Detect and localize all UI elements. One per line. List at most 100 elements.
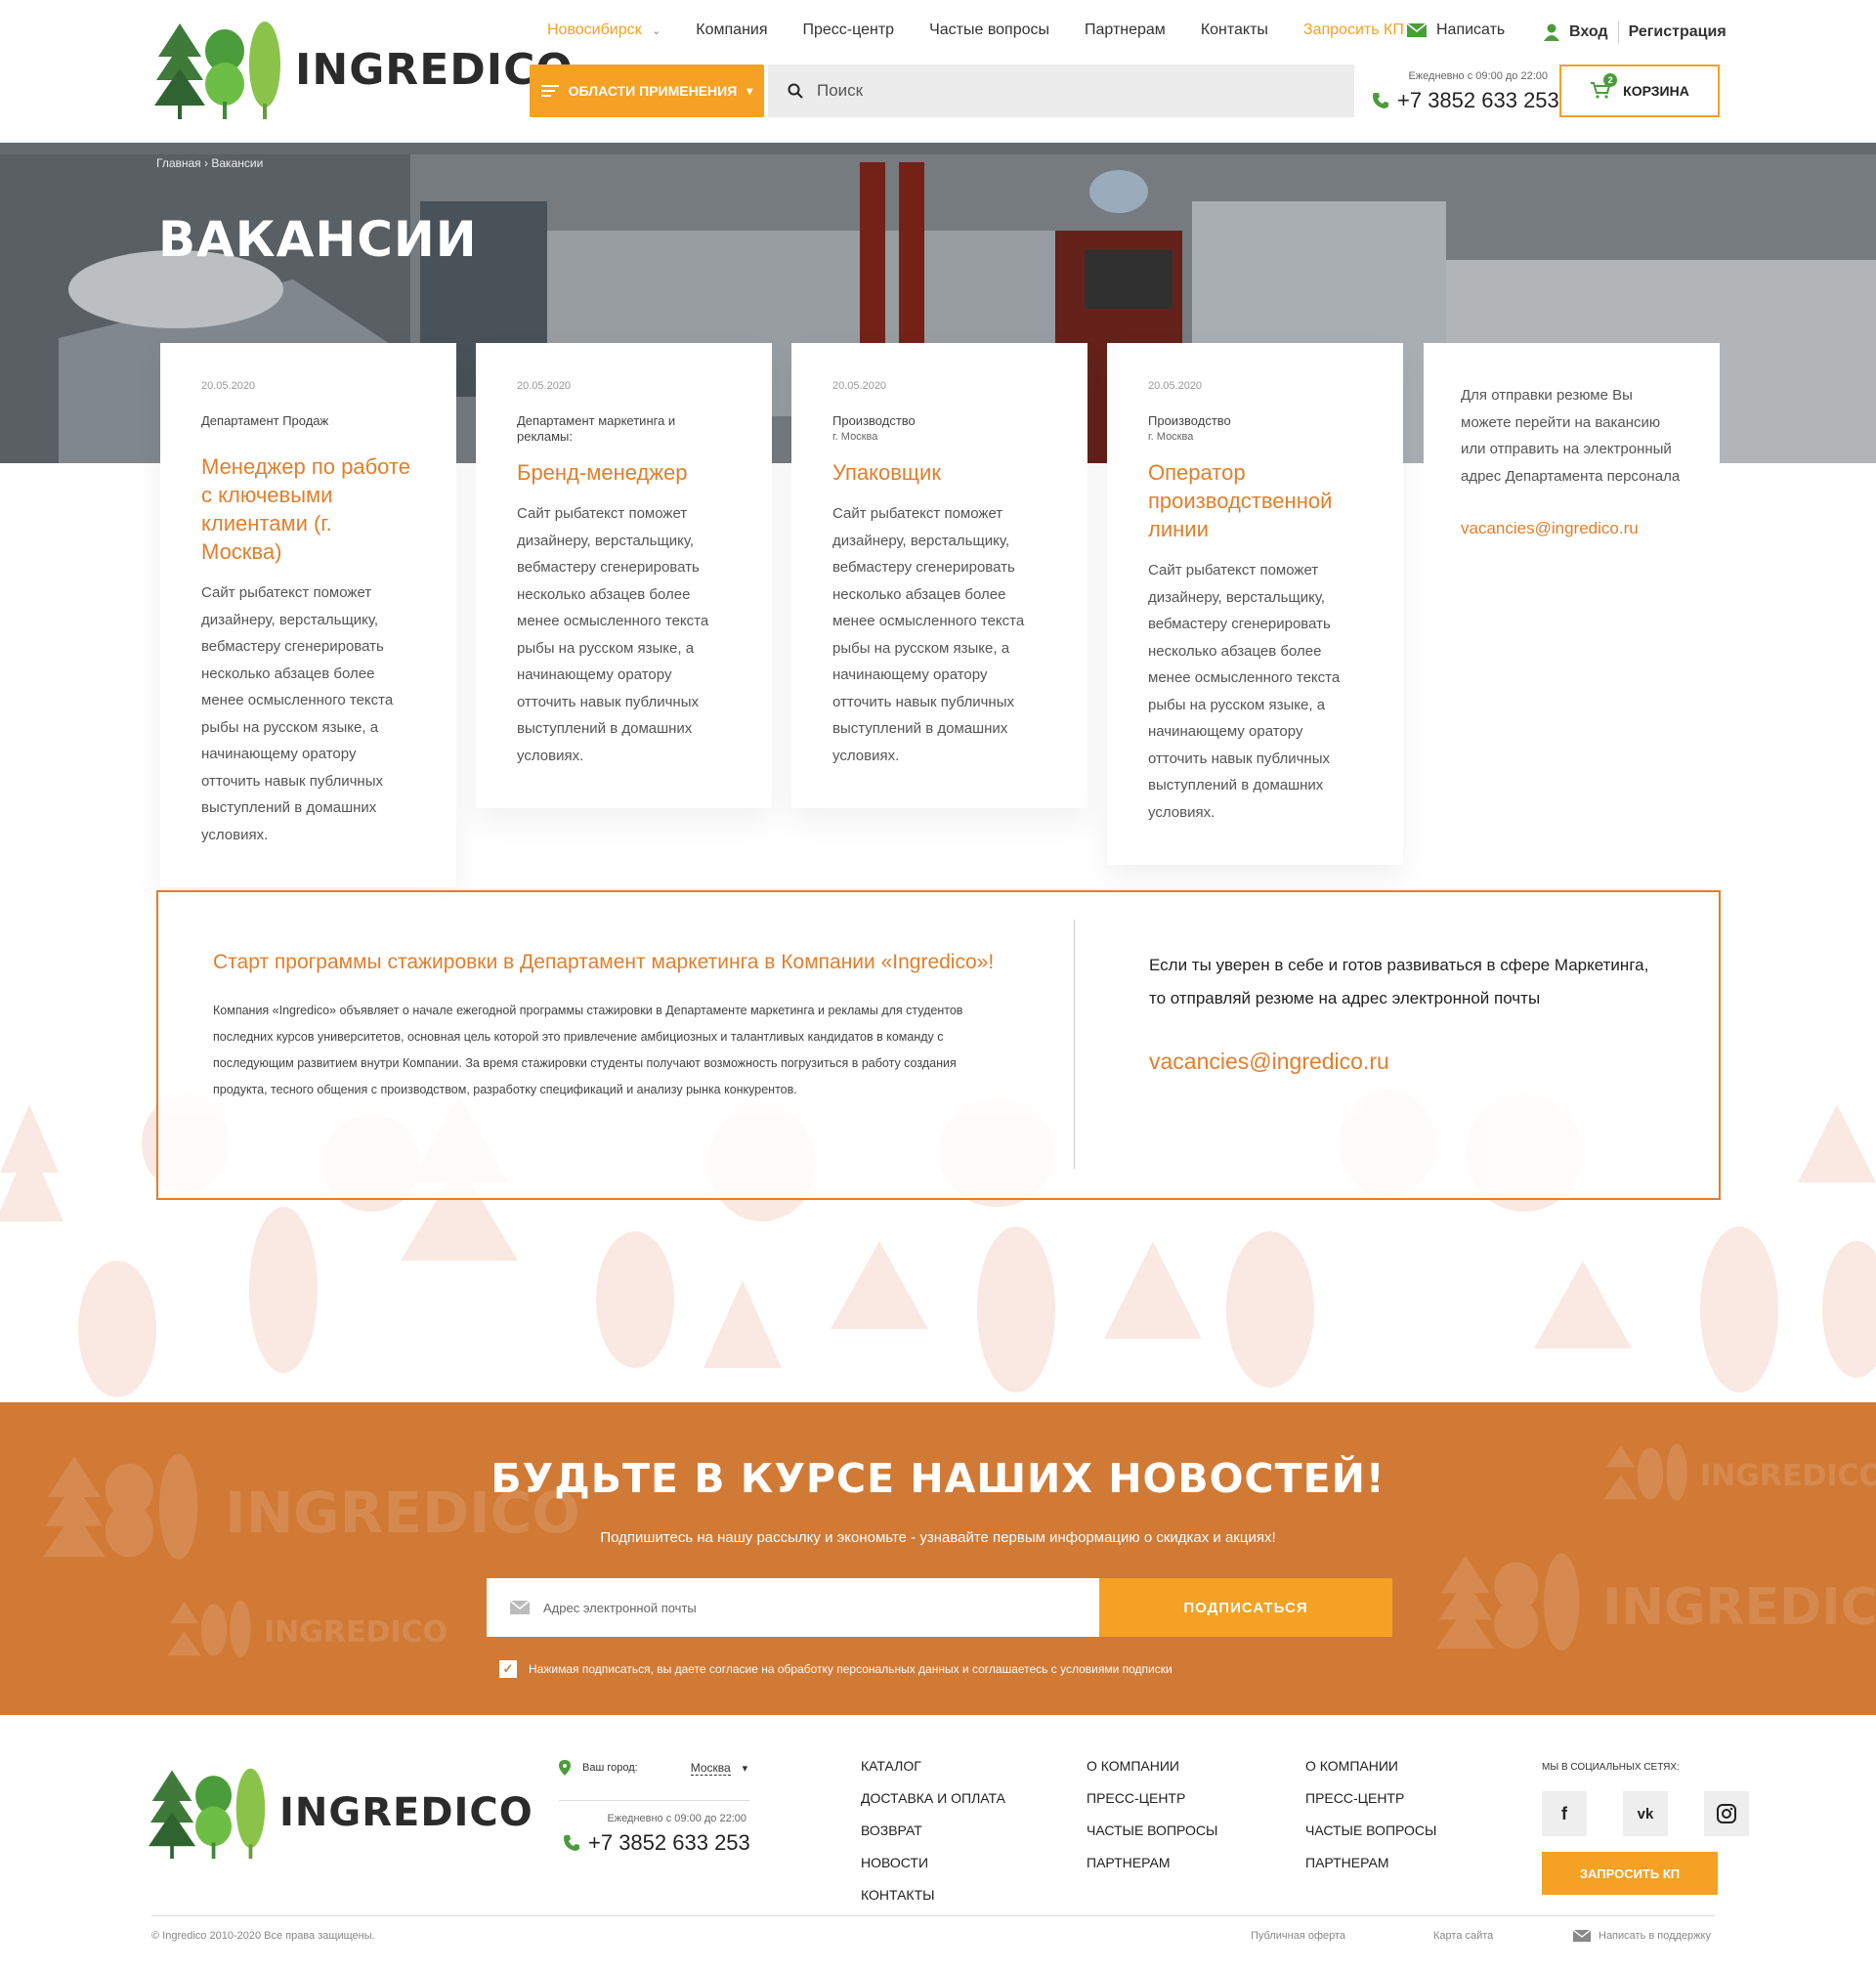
phone-icon — [564, 1835, 579, 1851]
watermark-text: INGREDICO — [1602, 1578, 1876, 1637]
vacancy-date: 20.05.2020 — [201, 380, 256, 392]
footer-menu-company-2: О КОМПАНИИ ПРЕСС-ЦЕНТР ЧАСТЫЕ ВОПРОСЫ ПА… — [1305, 1750, 1436, 1879]
register-link[interactable]: Регистрация — [1629, 23, 1727, 41]
nav-press-center[interactable]: Пресс-центр — [803, 21, 895, 39]
top-nav: Новосибирск ⌄ Компания Пресс-центр Часты… — [547, 21, 1439, 39]
vacancy-city: г. Москва — [832, 431, 878, 443]
vacancy-card[interactable]: 20.05.2020 Производство г. Москва Упаков… — [791, 343, 1087, 808]
write-link[interactable]: Написать — [1407, 21, 1505, 39]
cart-button[interactable]: 2 КОРЗИНА — [1559, 64, 1720, 117]
footer-logo-text: INGREDICO — [279, 1790, 533, 1835]
cart-icon: 2 — [1590, 73, 1618, 101]
mail-icon — [510, 1601, 530, 1614]
phone-link[interactable]: +7 3852 633 253 — [1372, 88, 1559, 113]
search-icon — [788, 83, 803, 99]
footer-link[interactable]: О КОМПАНИИ — [1087, 1750, 1217, 1782]
footer-divider — [151, 1915, 1715, 1916]
footer-menu-company: О КОМПАНИИ ПРЕСС-ЦЕНТР ЧАСТЫЕ ВОПРОСЫ ПА… — [1087, 1750, 1217, 1879]
nav-faq[interactable]: Частые вопросы — [929, 21, 1049, 39]
facebook-icon[interactable]: f — [1542, 1791, 1587, 1836]
city-selector[interactable]: Новосибирск ⌄ — [547, 21, 661, 39]
copyright: © Ingredico 2010-2020 Все права защищены… — [151, 1930, 375, 1942]
vacancy-title[interactable]: Менеджер по работе с ключевыми клиентами… — [201, 452, 415, 566]
footer-link[interactable]: ДОСТАВКА И ОПЛАТА — [861, 1782, 1005, 1815]
internship-block: Старт программы стажировки в Департамент… — [156, 890, 1721, 1200]
breadcrumb-current: Вакансии — [211, 156, 264, 170]
vacancy-description: Сайт рыбатекст поможет дизайнеру, верста… — [201, 584, 394, 843]
footer-menu-catalog: КАТАЛОГ ДОСТАВКА И ОПЛАТА ВОЗВРАТ НОВОСТ… — [861, 1750, 1005, 1911]
vacancy-title[interactable]: Оператор производственной линии — [1148, 458, 1362, 543]
nav-company[interactable]: Компания — [696, 21, 767, 39]
menu-icon — [540, 85, 559, 97]
watermark-text: INGREDICO — [264, 1614, 448, 1650]
search-input[interactable]: Поиск — [817, 81, 863, 101]
footer-link[interactable]: О КОМПАНИИ — [1305, 1750, 1436, 1782]
instagram-icon[interactable] — [1704, 1791, 1749, 1836]
vacancy-title[interactable]: Бренд-менеджер — [517, 458, 731, 487]
footer-link[interactable]: ЧАСТЫЕ ВОПРОСЫ — [1087, 1815, 1217, 1847]
footer-contact-divider — [559, 1800, 749, 1801]
support-link[interactable]: Написать в поддержку — [1573, 1930, 1711, 1942]
public-offer-link[interactable]: Публичная оферта — [1251, 1930, 1345, 1942]
breadcrumb: Главная › Вакансии — [156, 156, 263, 170]
footer-request-kp-button[interactable]: ЗАПРОСИТЬ КП — [1542, 1852, 1718, 1895]
resume-email-link[interactable]: vacancies@ingredico.ru — [1461, 515, 1683, 542]
vacancy-department: Производство — [1148, 413, 1231, 428]
phone-icon — [1373, 93, 1388, 108]
footer-logo[interactable]: INGREDICO — [149, 1764, 533, 1862]
application-areas-label: ОБЛАСТИ ПРИМЕНЕНИЯ — [568, 83, 738, 99]
footer-link[interactable]: ПАРТНЕРАМ — [1305, 1847, 1436, 1879]
footer-city-selector[interactable]: Ваш город: Москва ▾ — [559, 1760, 747, 1776]
nav-contacts[interactable]: Контакты — [1201, 21, 1268, 39]
breadcrumb-home[interactable]: Главная — [156, 156, 201, 170]
newsletter-email-input[interactable]: Адрес электронной почты — [487, 1578, 1099, 1637]
footer-link[interactable]: ВОЗВРАТ — [861, 1815, 1005, 1847]
logo[interactable]: INGREDICO — [154, 18, 574, 121]
phone-number: +7 3852 633 253 — [1397, 88, 1559, 112]
newsletter-email-placeholder: Адрес электронной почты — [543, 1600, 697, 1615]
request-kp-link[interactable]: Запросить КП — [1303, 21, 1404, 39]
nav-partners[interactable]: Партнерам — [1085, 21, 1166, 39]
sitemap-link[interactable]: Карта сайта — [1433, 1930, 1493, 1942]
vacancy-department: Департамент Продаж — [201, 413, 329, 428]
vk-icon[interactable]: vk — [1623, 1791, 1668, 1836]
site-header: INGREDICO Новосибирск ⌄ Компания Пресс-ц… — [0, 0, 1876, 143]
internship-call-text: Если ты уверен в себе и готов развиватьс… — [1149, 956, 1649, 1007]
city-value: Москва — [690, 1760, 731, 1776]
logo-trees-icon — [149, 1768, 266, 1860]
write-label: Написать — [1436, 21, 1506, 38]
footer-link[interactable]: ЧАСТЫЕ ВОПРОСЫ — [1305, 1815, 1436, 1847]
login-link[interactable]: Вход — [1569, 23, 1608, 41]
footer-link[interactable]: ПРЕСС-ЦЕНТР — [1087, 1782, 1217, 1815]
vacancy-card[interactable]: 20.05.2020 Департамент маркетинга и рекл… — [476, 343, 772, 808]
vacancy-card[interactable]: 20.05.2020 Департамент Продаж Менеджер п… — [160, 343, 456, 887]
work-hours: Ежедневно с 09:00 до 22:00 — [1408, 70, 1548, 82]
subscribe-button[interactable]: ПОДПИСАТЬСЯ — [1099, 1578, 1392, 1637]
internship-email-link[interactable]: vacancies@ingredico.ru — [1149, 1049, 1389, 1075]
page-title: ВАКАНСИИ — [158, 211, 478, 268]
footer-link[interactable]: ПАРТНЕРАМ — [1087, 1847, 1217, 1879]
auth-links: Вход Регистрация — [1544, 21, 1727, 43]
footer-phone-link[interactable]: +7 3852 633 253 — [563, 1830, 750, 1856]
vacancy-date: 20.05.2020 — [517, 380, 572, 392]
auth-divider — [1617, 21, 1619, 43]
resume-info-text: Для отправки резюме Вы можете перейти на… — [1461, 387, 1681, 485]
chevron-down-icon: ▾ — [746, 84, 753, 98]
footer-link[interactable]: КАТАЛОГ — [861, 1750, 1005, 1782]
city-label: Новосибирск — [547, 21, 642, 38]
internship-title: Старт программы стажировки в Департамент… — [213, 951, 995, 973]
consent-checkbox[interactable]: ✓ — [499, 1660, 517, 1678]
application-areas-button[interactable]: ОБЛАСТИ ПРИМЕНЕНИЯ ▾ — [530, 64, 764, 117]
search-bar[interactable]: Поиск — [768, 64, 1354, 117]
footer-link[interactable]: НОВОСТИ — [861, 1847, 1005, 1879]
vacancy-title[interactable]: Упаковщик — [832, 458, 1046, 487]
vacancy-date: 20.05.2020 — [832, 380, 887, 392]
newsletter-consent: ✓ Нажимая подписаться, вы даете согласие… — [499, 1660, 1172, 1678]
chevron-down-icon: ▾ — [742, 1762, 748, 1775]
logo-trees-icon — [154, 21, 280, 119]
footer-link[interactable]: КОНТАКТЫ — [861, 1879, 1005, 1911]
vacancy-card[interactable]: 20.05.2020 Производство г. Москва Операт… — [1107, 343, 1403, 865]
footer-hours: Ежедневно с 09:00 до 22:00 — [607, 1813, 746, 1824]
vacancy-department: Производство — [832, 413, 916, 428]
footer-link[interactable]: ПРЕСС-ЦЕНТР — [1305, 1782, 1436, 1815]
